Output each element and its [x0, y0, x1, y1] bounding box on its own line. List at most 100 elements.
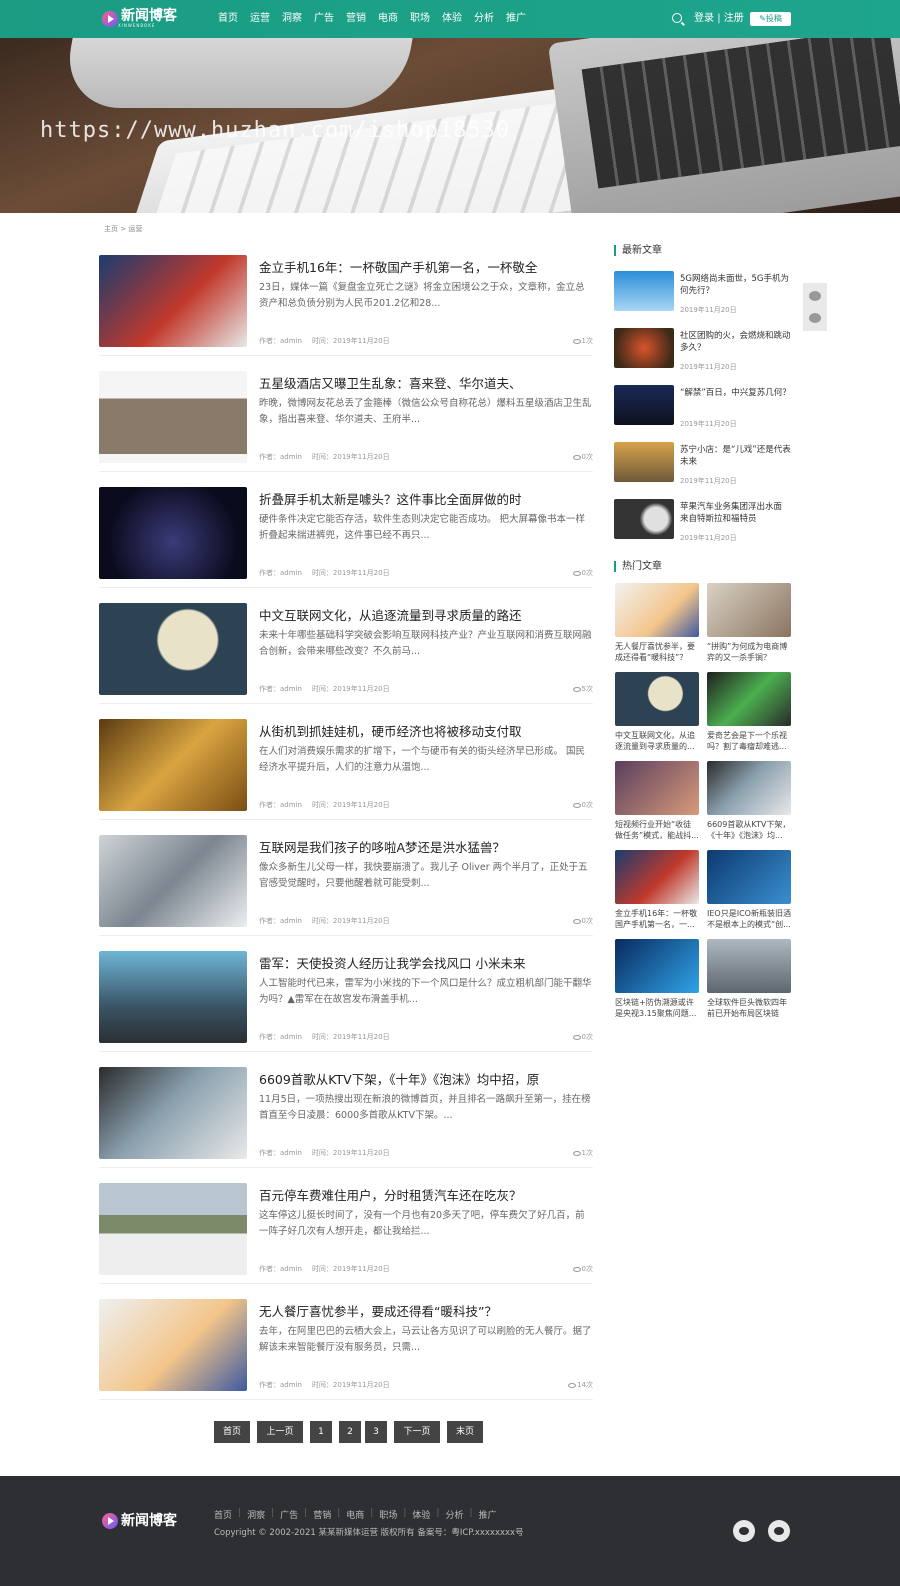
nav-analysis[interactable]: 分析	[474, 0, 494, 38]
nav-insights[interactable]: 洞察	[282, 0, 302, 38]
hot-title[interactable]: 短视频行业开始“收徒做任务”模式，能战抖...	[615, 819, 699, 841]
hot-thumbnail[interactable]	[615, 761, 699, 815]
page-prev[interactable]: 上一页	[257, 1421, 303, 1443]
article-title[interactable]: 金立手机16年：一杯敬国产手机第一名，一杯敬全	[259, 257, 537, 276]
footer-nav-item[interactable]: 职场	[379, 1508, 397, 1521]
hot-article-item[interactable]: 区块链+防伪溯源或许是央视3.15聚焦问题...	[615, 939, 699, 1025]
nav-home[interactable]: 首页	[218, 0, 238, 38]
article-title[interactable]: 从街机到抓娃娃机，硬币经济也将被移动支付取	[259, 721, 522, 740]
hot-article-item[interactable]: “拼购”为何成为电商博弈的又一杀手锏？	[707, 583, 791, 669]
article-title[interactable]: 五星级酒店又曝卫生乱象：喜来登、华尔道夫、	[259, 373, 522, 392]
article-thumbnail[interactable]	[99, 603, 247, 695]
search-icon[interactable]	[672, 13, 682, 23]
hot-title[interactable]: 爱奇艺会是下一个乐视吗？割了毒瘤却难逃...	[707, 730, 791, 752]
latest-thumbnail[interactable]	[614, 442, 674, 482]
nav-experience[interactable]: 体验	[442, 0, 462, 38]
hot-thumbnail[interactable]	[707, 939, 791, 993]
breadcrumb[interactable]: 主页 > 运营	[104, 224, 142, 234]
article-item[interactable]: 百元停车费难住用户，分时租赁汽车还在吃灰？ 这车停这儿挺长时间了，没有一个月也有…	[99, 1168, 593, 1284]
hot-article-item[interactable]: 金立手机16年：一杯敬国产手机第一名，一...	[615, 850, 699, 936]
latest-thumbnail[interactable]	[614, 385, 674, 425]
latest-title[interactable]: 5G网络尚未面世，5G手机为何先行？	[680, 273, 792, 297]
nav-ecommerce[interactable]: 电商	[378, 0, 398, 38]
hot-title[interactable]: IEO只是ICO新瓶装旧酒 不是根本上的模式“创...	[707, 908, 791, 930]
article-item[interactable]: 折叠屏手机太新是噱头？这件事比全面屏做的时 硬件条件决定它能否存活，软件生态则决…	[99, 472, 593, 588]
chat-icon[interactable]	[809, 291, 821, 301]
article-thumbnail[interactable]	[99, 1067, 247, 1159]
latest-title[interactable]: 苹果汽车业务集团浮出水面 来自特斯拉和福特员	[680, 501, 792, 525]
hot-thumbnail[interactable]	[707, 583, 791, 637]
article-title[interactable]: 中文互联网文化，从追逐流量到寻求质量的路还	[259, 605, 522, 624]
wechat-icon[interactable]	[809, 313, 821, 323]
hot-article-item[interactable]: 6609首歌从KTV下架，《十年》《泡沫》均...	[707, 761, 791, 847]
latest-thumbnail[interactable]	[614, 499, 674, 539]
article-title[interactable]: 折叠屏手机太新是噱头？这件事比全面屏做的时	[259, 489, 522, 508]
page-first[interactable]: 首页	[214, 1421, 250, 1443]
hot-article-item[interactable]: IEO只是ICO新瓶装旧酒 不是根本上的模式“创...	[707, 850, 791, 936]
page-3[interactable]: 3	[365, 1421, 387, 1443]
hot-article-item[interactable]: 短视频行业开始“收徒做任务”模式，能战抖...	[615, 761, 699, 847]
footer-nav-item[interactable]: 分析	[445, 1508, 463, 1521]
footer-nav-item[interactable]: 首页	[214, 1508, 232, 1521]
latest-title[interactable]: 苏宁小店：是“儿戏”还是代表未来	[680, 444, 792, 468]
article-title[interactable]: 百元停车费难住用户，分时租赁汽车还在吃灰？	[259, 1185, 522, 1204]
submit-post-button[interactable]: ✎投稿	[750, 12, 791, 26]
hot-thumbnail[interactable]	[707, 761, 791, 815]
hot-thumbnail[interactable]	[615, 583, 699, 637]
hot-title[interactable]: 6609首歌从KTV下架，《十年》《泡沫》均...	[707, 819, 791, 841]
page-next[interactable]: 下一页	[394, 1421, 440, 1443]
article-thumbnail[interactable]	[99, 1299, 247, 1391]
nav-promotion[interactable]: 推广	[506, 0, 526, 38]
hot-title[interactable]: 金立手机16年：一杯敬国产手机第一名，一...	[615, 908, 699, 930]
article-item[interactable]: 从街机到抓娃娃机，硬币经济也将被移动支付取 在人们对消费娱乐需求的扩增下，一个与…	[99, 704, 593, 820]
article-thumbnail[interactable]	[99, 255, 247, 347]
article-thumbnail[interactable]	[99, 951, 247, 1043]
hot-article-item[interactable]: 全球软件巨头微软四年前已开始布局区块链	[707, 939, 791, 1025]
latest-article-item[interactable]: 5G网络尚未面世，5G手机为何先行？ 2019年11月20日	[614, 271, 792, 321]
article-thumbnail[interactable]	[99, 1183, 247, 1275]
hot-thumbnail[interactable]	[615, 672, 699, 726]
hot-title[interactable]: 无人餐厅喜忧参半，要成还得看“暖科技”？	[615, 641, 699, 663]
article-title[interactable]: 无人餐厅喜忧参半，要成还得看“暖科技”？	[259, 1301, 497, 1320]
latest-article-item[interactable]: “解禁”百日，中兴复苏几何？ 2019年11月20日	[614, 385, 792, 435]
register-link[interactable]: 注册	[724, 13, 744, 24]
hot-title[interactable]: “拼购”为何成为电商博弈的又一杀手锏？	[707, 641, 791, 663]
login-link[interactable]: 登录	[694, 13, 714, 24]
hot-title[interactable]: 区块链+防伪溯源或许是央视3.15聚焦问题...	[615, 997, 699, 1019]
latest-article-item[interactable]: 苹果汽车业务集团浮出水面 来自特斯拉和福特员 2019年11月20日	[614, 499, 792, 549]
hot-thumbnail[interactable]	[615, 850, 699, 904]
footer-nav-item[interactable]: 体验	[412, 1508, 430, 1521]
article-item[interactable]: 6609首歌从KTV下架，《十年》《泡沫》均中招，原 11月5日，一项热搜出现在…	[99, 1052, 593, 1168]
footer-logo[interactable]: 新闻博客	[102, 1513, 177, 1529]
article-item[interactable]: 无人餐厅喜忧参半，要成还得看“暖科技”？ 去年，在阿里巴巴的云栖大会上，马云让各…	[99, 1284, 593, 1400]
latest-title[interactable]: 社区团购的火，会燃烧和跳动多久？	[680, 330, 792, 354]
latest-article-item[interactable]: 苏宁小店：是“儿戏”还是代表未来 2019年11月20日	[614, 442, 792, 492]
nav-career[interactable]: 职场	[410, 0, 430, 38]
latest-thumbnail[interactable]	[614, 271, 674, 311]
hot-article-item[interactable]: 无人餐厅喜忧参半，要成还得看“暖科技”？	[615, 583, 699, 669]
nav-ads[interactable]: 广告	[314, 0, 334, 38]
article-item[interactable]: 雷军：天使投资人经历让我学会找风口 小米未来 人工智能时代已来，雷军为小米找的下…	[99, 936, 593, 1052]
article-item[interactable]: 金立手机16年：一杯敬国产手机第一名，一杯敬全 23日，媒体一篇《复盘金立死亡之…	[99, 240, 593, 356]
nav-operations[interactable]: 运营	[250, 0, 270, 38]
latest-thumbnail[interactable]	[614, 328, 674, 368]
footer-nav-item[interactable]: 电商	[346, 1508, 364, 1521]
nav-marketing[interactable]: 营销	[346, 0, 366, 38]
latest-title[interactable]: “解禁”百日，中兴复苏几何？	[680, 387, 792, 399]
footer-wechat-icon[interactable]	[733, 1520, 755, 1542]
footer-nav-item[interactable]: 推广	[479, 1508, 497, 1521]
hot-thumbnail[interactable]	[615, 939, 699, 993]
footer-nav-item[interactable]: 广告	[280, 1508, 298, 1521]
footer-nav-item[interactable]: 营销	[313, 1508, 331, 1521]
article-thumbnail[interactable]	[99, 487, 247, 579]
article-title[interactable]: 雷军：天使投资人经历让我学会找风口 小米未来	[259, 953, 525, 972]
latest-article-item[interactable]: 社区团购的火，会燃烧和跳动多久？ 2019年11月20日	[614, 328, 792, 378]
hot-thumbnail[interactable]	[707, 672, 791, 726]
hot-article-item[interactable]: 中文互联网文化，从追逐流量到寻求质量的...	[615, 672, 699, 758]
hot-article-item[interactable]: 爱奇艺会是下一个乐视吗？割了毒瘤却难逃...	[707, 672, 791, 758]
site-logo[interactable]: 新闻博客 XINWENBOKE	[102, 9, 177, 28]
page-1[interactable]: 1	[310, 1421, 332, 1443]
article-title[interactable]: 6609首歌从KTV下架，《十年》《泡沫》均中招，原	[259, 1069, 539, 1088]
article-title[interactable]: 互联网是我们孩子的哆啦A梦还是洪水猛兽？	[259, 837, 505, 856]
page-2[interactable]: 2	[339, 1421, 361, 1443]
